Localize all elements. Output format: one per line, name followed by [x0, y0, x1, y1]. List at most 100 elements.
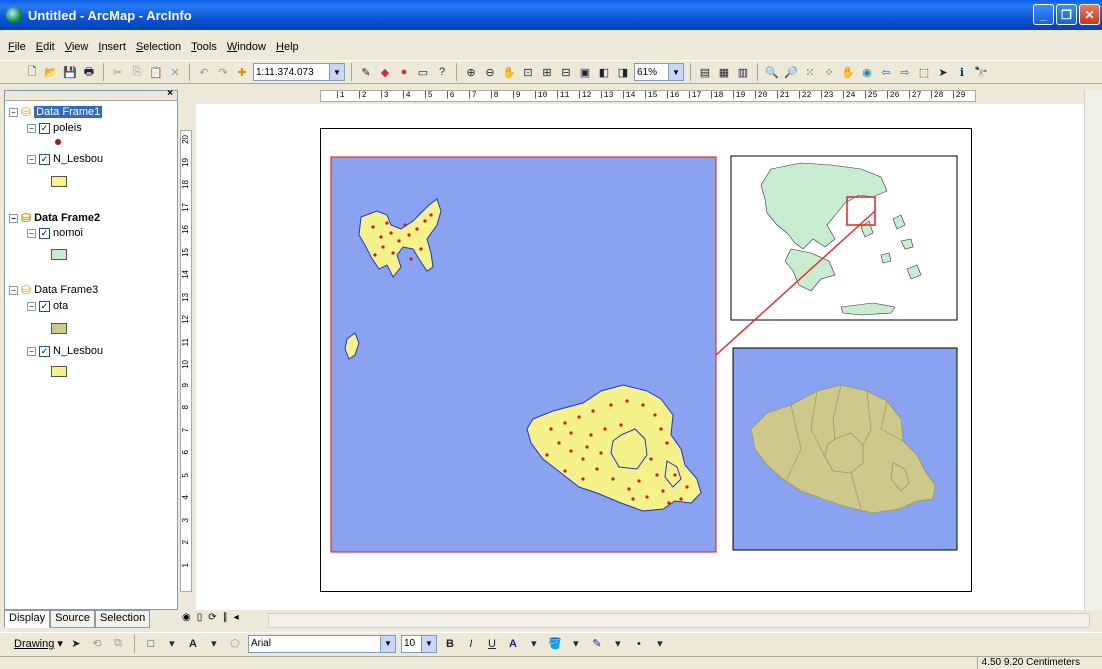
layer-visibility-checkbox[interactable]: ✓: [39, 122, 50, 134]
tab-source[interactable]: Source: [50, 610, 95, 628]
open-folder-icon[interactable]: 📂: [43, 64, 59, 80]
zoom-percent-combo[interactable]: 61% ▼: [634, 63, 684, 81]
select-features-icon[interactable]: ⬚: [916, 64, 932, 80]
bold-icon[interactable]: B: [442, 636, 458, 652]
polygon-symbol[interactable]: [51, 323, 67, 334]
pause-icon[interactable]: ∥: [223, 612, 228, 623]
find-icon[interactable]: 🔭: [973, 64, 989, 80]
delete-icon[interactable]: ✕: [167, 64, 183, 80]
data-frame-3-label[interactable]: Data Frame3: [34, 284, 98, 296]
point-symbol[interactable]: [55, 139, 61, 145]
layer-n-lesbou-2[interactable]: − ✓ N_Lesbou: [27, 345, 103, 357]
chevron-down-icon[interactable]: ▾: [164, 636, 180, 652]
vertical-scrollbar[interactable]: [1084, 90, 1102, 610]
chevron-down-icon[interactable]: ▼: [420, 635, 436, 652]
collapse-icon[interactable]: −: [27, 228, 36, 238]
zoom-fixed-out-icon[interactable]: ⊟: [558, 64, 574, 80]
menu-edit[interactable]: Edit: [36, 41, 55, 53]
refresh-icon[interactable]: ⟳: [208, 612, 216, 623]
chevron-down-icon[interactable]: ▾: [652, 636, 668, 652]
zoom-whole-page-icon[interactable]: ⊡: [520, 64, 536, 80]
arctoolbox-icon[interactable]: ◆: [377, 64, 393, 80]
data-frame-3[interactable]: − ⛁ Data Frame3: [9, 283, 98, 297]
layer-n-lesbou-1[interactable]: − ✓ N_Lesbou: [27, 153, 103, 165]
menu-insert[interactable]: Insert: [98, 41, 126, 53]
zoom-100-icon[interactable]: ▣: [577, 64, 593, 80]
cut-icon[interactable]: ✂: [110, 64, 126, 80]
zoom-out-icon[interactable]: 🔎: [783, 64, 799, 80]
layer-nomoi[interactable]: − ✓ nomoi: [27, 227, 83, 239]
zoom-fixed-in-icon[interactable]: ⊞: [539, 64, 555, 80]
back-icon[interactable]: ⇦: [878, 64, 894, 80]
underline-icon[interactable]: U: [484, 636, 500, 652]
polygon-symbol[interactable]: [51, 366, 67, 377]
collapse-icon[interactable]: −: [27, 301, 36, 311]
layer-visibility-checkbox[interactable]: ✓: [39, 153, 50, 165]
new-document-icon[interactable]: 🗋: [24, 64, 40, 80]
layer-ota[interactable]: − ✓ ota: [27, 300, 68, 312]
new-text-icon[interactable]: A: [185, 636, 201, 652]
whats-this-icon[interactable]: ?: [434, 64, 450, 80]
data-frame-2[interactable]: − ⛁ Data Frame2: [9, 211, 100, 225]
next-extent-icon[interactable]: ◨: [615, 64, 631, 80]
focus-frame-icon[interactable]: ▦: [716, 64, 732, 80]
undo-icon[interactable]: ↶: [196, 64, 212, 80]
data-view-icon[interactable]: ◉: [182, 612, 191, 623]
window-icon[interactable]: ▭: [415, 64, 431, 80]
rectangle-icon[interactable]: □: [143, 636, 159, 652]
menu-selection[interactable]: Selection: [136, 41, 181, 53]
chevron-down-icon[interactable]: ▼: [379, 635, 395, 652]
redo-icon[interactable]: ↷: [215, 64, 231, 80]
layer-visibility-checkbox[interactable]: ✓: [39, 227, 50, 239]
layer-poleis[interactable]: − ✓ poleis: [27, 122, 82, 134]
minimize-button[interactable]: _: [1033, 4, 1054, 25]
zoom-to-selected-icon[interactable]: ⧉: [110, 636, 126, 652]
rotate-icon[interactable]: ⟲: [89, 636, 105, 652]
paste-icon[interactable]: 📋: [148, 64, 164, 80]
collapse-icon[interactable]: −: [9, 285, 18, 295]
copy-icon[interactable]: ⎘: [129, 64, 145, 80]
font-size-combo[interactable]: 10 ▼: [400, 634, 437, 653]
menu-tools[interactable]: Tools: [191, 41, 217, 53]
pan-page-icon[interactable]: ✋: [501, 64, 517, 80]
print-icon[interactable]: 🖶: [81, 64, 97, 80]
tab-selection[interactable]: Selection: [94, 610, 151, 628]
layer-visibility-checkbox[interactable]: ✓: [39, 300, 50, 312]
change-layout-icon[interactable]: ▥: [735, 64, 751, 80]
fixed-zoom-in-icon[interactable]: ⁙: [802, 64, 818, 80]
chevron-down-icon[interactable]: ▼: [329, 64, 344, 80]
save-icon[interactable]: 💾: [62, 64, 78, 80]
select-elements-icon[interactable]: ➤: [935, 64, 951, 80]
data-frame-1[interactable]: − ⛁ Data Frame1: [9, 105, 103, 119]
map-scale-combo[interactable]: 1:11.374.073 ▼: [253, 63, 345, 81]
chevron-down-icon[interactable]: ▾: [206, 636, 222, 652]
menu-help[interactable]: Help: [276, 41, 299, 53]
collapse-icon[interactable]: −: [27, 123, 36, 133]
line-color-icon[interactable]: ✎: [589, 636, 605, 652]
data-frame-2-label[interactable]: Data Frame2: [34, 212, 100, 224]
toggle-draft-icon[interactable]: ▤: [697, 64, 713, 80]
polygon-symbol[interactable]: [51, 249, 67, 260]
data-frame-1-label[interactable]: Data Frame1: [34, 106, 103, 118]
font-color-icon[interactable]: A: [505, 636, 521, 652]
previous-extent-icon[interactable]: ◧: [596, 64, 612, 80]
editor-icon[interactable]: ✎: [358, 64, 374, 80]
layer-visibility-checkbox[interactable]: ✓: [39, 345, 50, 357]
chevron-down-icon[interactable]: ▼: [668, 64, 683, 80]
forward-icon[interactable]: ⇨: [897, 64, 913, 80]
layout-view-icon[interactable]: ▯: [197, 612, 203, 623]
add-data-icon[interactable]: ✚: [234, 64, 250, 80]
close-icon[interactable]: ×: [167, 88, 173, 99]
marker-color-icon[interactable]: •: [631, 636, 647, 652]
maximize-button[interactable]: ❐: [1056, 4, 1077, 25]
select-elements-icon[interactable]: ➤: [68, 636, 84, 652]
menu-view[interactable]: View: [65, 41, 89, 53]
edit-vertices-icon[interactable]: ⬠: [227, 636, 243, 652]
polygon-symbol[interactable]: [51, 176, 67, 187]
command-line-icon[interactable]: ●: [396, 64, 412, 80]
zoom-out-page-icon[interactable]: ⊖: [482, 64, 498, 80]
chevron-down-icon[interactable]: ▾: [610, 636, 626, 652]
pan-icon[interactable]: ✋: [840, 64, 856, 80]
collapse-icon[interactable]: −: [27, 346, 36, 356]
menu-window[interactable]: Window: [227, 41, 266, 53]
